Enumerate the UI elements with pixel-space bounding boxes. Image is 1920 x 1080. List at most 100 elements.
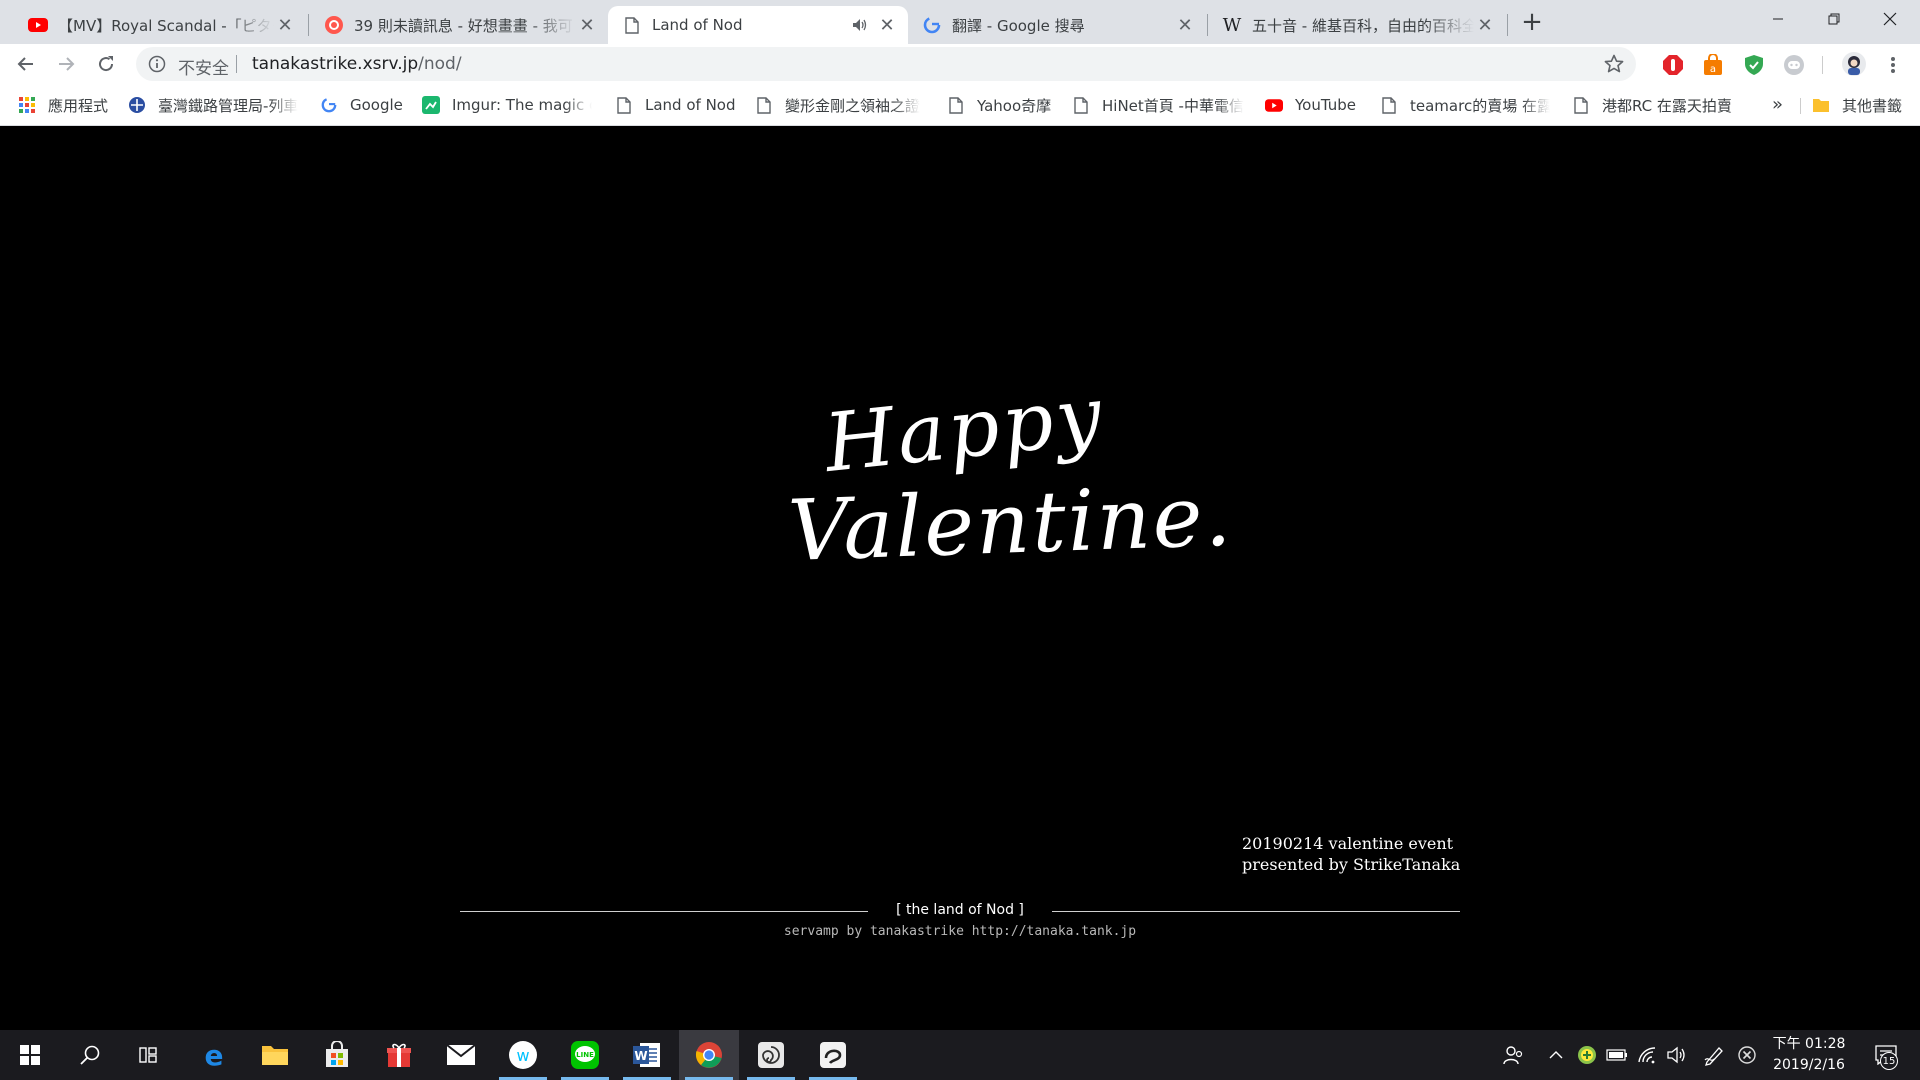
tray-app-close[interactable] (1734, 1030, 1760, 1080)
notification-count-badge: 15 (1880, 1052, 1898, 1070)
bookmark-land-of-nod[interactable]: Land of Nod (615, 93, 736, 117)
bookmark-teamarc[interactable]: teamarc的賣場 在露 (1380, 93, 1550, 117)
file-explorer-app[interactable] (245, 1030, 305, 1080)
bookmark-label: 港都RC 在露天拍賣 (1602, 96, 1732, 115)
url-domain: tanakastrike.xsrv.jp (252, 54, 419, 74)
bookmarks-divider (1800, 98, 1801, 114)
tab-wikipedia[interactable]: W 五十音 - 維基百科，自由的百科全 ✕ (1208, 6, 1506, 44)
bookmark-label: HiNet首頁 -中華電信 (1102, 96, 1244, 115)
back-button[interactable] (10, 48, 42, 80)
page-icon (947, 96, 965, 114)
new-tab-button[interactable]: + (1518, 7, 1546, 37)
svg-text:e: e (205, 1041, 224, 1069)
start-button[interactable] (0, 1030, 60, 1080)
battery-indicator[interactable] (1604, 1030, 1630, 1080)
footer-rule-right (1052, 911, 1460, 912)
paint-tool-app[interactable] (803, 1030, 863, 1080)
adblock-extension-icon[interactable] (1662, 54, 1684, 76)
address-bar[interactable]: 不安全 tanakastrike.xsrv.jp/nod/ (136, 47, 1636, 81)
gift-icon (387, 1043, 411, 1067)
bookmarks-overflow-button[interactable]: » (1772, 94, 1783, 115)
taskbar-clock[interactable]: 下午 01:28 2019/2/16 (1760, 1034, 1858, 1076)
speaker-icon[interactable] (850, 15, 870, 35)
close-tab-icon[interactable]: ✕ (876, 14, 898, 36)
svg-text:a: a (1710, 64, 1716, 75)
bookmark-transformers[interactable]: 變形金剛之領袖之證 (755, 93, 920, 117)
reload-button[interactable] (90, 48, 122, 80)
battery-icon (1606, 1049, 1627, 1061)
pen-icon (1704, 1047, 1723, 1066)
bookmark-apps[interactable]: 應用程式 (18, 93, 108, 117)
star-icon[interactable] (1604, 54, 1624, 74)
bookmark-google[interactable]: Google (320, 93, 403, 117)
network-indicator[interactable] (1634, 1030, 1660, 1080)
word-app[interactable]: W (617, 1030, 677, 1080)
close-tab-icon[interactable]: ✕ (1174, 14, 1196, 36)
bookmark-hinet[interactable]: HiNet首頁 -中華電信 (1072, 93, 1244, 117)
volume-control[interactable] (1664, 1030, 1690, 1080)
omnibox-divider (236, 55, 237, 73)
bookmark-tra[interactable]: 臺灣鐵路管理局-列車 (128, 93, 298, 117)
tab-plurk[interactable]: 39 則未讀訊息 - 好想畫畫 - 我可 ✕ (310, 6, 608, 44)
mail-icon (446, 1044, 476, 1065)
page-icon (755, 96, 773, 114)
people-icon (1503, 1046, 1523, 1065)
forward-button[interactable] (50, 48, 82, 80)
bookmark-label: 應用程式 (48, 96, 109, 115)
tab-youtube-mv[interactable]: 【MV】Royal Scandal -「ピター ✕ (14, 6, 306, 44)
browser-toolbar: 不安全 tanakastrike.xsrv.jp/nod/ a (0, 44, 1920, 84)
tab-title: Land of Nod (652, 16, 743, 34)
tab-land-of-nod[interactable]: Land of Nod ✕ (608, 6, 908, 44)
bookmark-other-bookmarks[interactable]: 其他書籤 (1812, 93, 1902, 117)
url-text[interactable]: tanakastrike.xsrv.jp/nod/ (252, 54, 462, 74)
tab-google-translate-search[interactable]: 翻譯 - Google 搜尋 ✕ (908, 6, 1206, 44)
footer-credit: servamp by tanakastrike http://tanaka.ta… (783, 924, 1137, 939)
arrow-right-icon (59, 57, 75, 71)
folder-icon (1812, 96, 1830, 114)
gift-app[interactable] (369, 1030, 429, 1080)
apps-grid-icon (18, 96, 36, 114)
page-content: Happy Valentine. 20190214 valentine even… (0, 127, 1920, 1030)
info-icon[interactable] (148, 55, 166, 73)
site-title-link[interactable]: [ the land of Nod ] (886, 902, 1034, 918)
restore-button[interactable] (1806, 0, 1862, 38)
bookmark-youtube[interactable]: YouTube (1265, 93, 1356, 117)
google-icon (320, 96, 338, 114)
bookmark-imgur[interactable]: Imgur: The magic of (422, 93, 592, 117)
event-presenter-line: presented by StrikeTanaka (1242, 855, 1461, 874)
pen-workspace-button[interactable] (1700, 1030, 1728, 1080)
volume-icon (1667, 1046, 1685, 1064)
event-date-line: 20190214 valentine event (1242, 834, 1454, 853)
webtoon-icon: w (509, 1041, 537, 1069)
task-view-button[interactable] (120, 1030, 180, 1080)
close-tab-icon[interactable]: ✕ (576, 14, 598, 36)
line-app[interactable]: LINE (555, 1030, 615, 1080)
profile-avatar[interactable] (1842, 52, 1866, 76)
footer-rule-left (460, 911, 868, 912)
bookmark-harbor-rc[interactable]: 港都RC 在露天拍賣 (1572, 93, 1732, 117)
line-icon: LINE (571, 1041, 599, 1069)
edge-app[interactable]: e (184, 1030, 244, 1080)
chrome-app[interactable] (679, 1030, 739, 1080)
security-label[interactable]: 不安全 (178, 54, 229, 79)
swirl-app[interactable] (741, 1030, 801, 1080)
plus-circle-icon (1578, 1046, 1596, 1064)
close-tab-icon[interactable]: ✕ (1474, 14, 1496, 36)
mail-app[interactable] (431, 1030, 491, 1080)
close-window-button[interactable] (1862, 0, 1918, 38)
store-app[interactable] (307, 1030, 367, 1080)
discord-extension-icon[interactable] (1783, 54, 1805, 76)
search-button[interactable] (60, 1030, 120, 1080)
page-icon (622, 15, 642, 35)
show-hidden-icons-button[interactable] (1544, 1030, 1568, 1080)
close-tab-icon[interactable]: ✕ (274, 14, 296, 36)
shield-extension-icon[interactable] (1743, 54, 1765, 76)
people-button[interactable] (1498, 1030, 1528, 1080)
menu-kebab-icon[interactable] (1882, 54, 1904, 76)
tray-app-plus[interactable] (1574, 1030, 1600, 1080)
bookmark-yahoo[interactable]: Yahoo奇摩 (947, 93, 1051, 117)
shopping-extension-icon[interactable]: a (1702, 54, 1724, 76)
webtoon-app[interactable]: w (493, 1030, 553, 1080)
tab-strip: 【MV】Royal Scandal -「ピター ✕ 39 則未讀訊息 - 好想畫… (0, 0, 1920, 44)
minimize-button[interactable] (1750, 0, 1806, 38)
